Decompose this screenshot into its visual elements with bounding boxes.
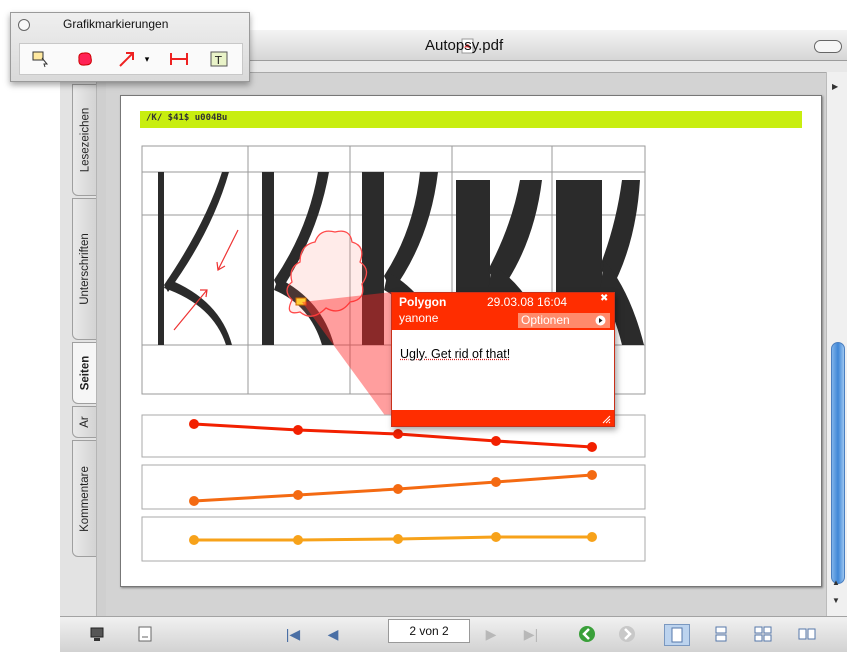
last-page-icon[interactable]: ▶| bbox=[520, 624, 542, 644]
rectangle-select-icon[interactable] bbox=[28, 47, 54, 71]
scroll-down-icon[interactable]: ▼ bbox=[832, 596, 840, 605]
next-page-icon[interactable]: ▶ bbox=[480, 624, 502, 644]
note-footer bbox=[392, 410, 614, 426]
two-page-continuous-icon[interactable] bbox=[752, 624, 774, 644]
continuous-view-icon[interactable] bbox=[710, 624, 732, 644]
previous-page-icon[interactable]: ◀ bbox=[322, 624, 344, 644]
options-button[interactable]: Optionen bbox=[518, 313, 610, 328]
note-type: Polygon bbox=[399, 295, 446, 309]
svg-text:T: T bbox=[214, 54, 222, 67]
single-page-view-icon[interactable] bbox=[664, 624, 690, 646]
textbox-icon[interactable]: T bbox=[206, 47, 232, 71]
scroll-thumb[interactable] bbox=[831, 342, 845, 584]
measure-icon[interactable] bbox=[166, 47, 192, 71]
palette-toolbar: ▾ T bbox=[19, 43, 243, 75]
sidebar-toggle-icon[interactable] bbox=[86, 624, 108, 644]
page-view-icon[interactable] bbox=[134, 624, 156, 644]
options-label: Optionen bbox=[521, 313, 570, 327]
resize-grip-icon[interactable] bbox=[601, 414, 611, 424]
palette-title: Grafikmarkierungen bbox=[63, 17, 168, 31]
note-author: yanone bbox=[399, 311, 438, 325]
dropdown-icon[interactable]: ▾ bbox=[140, 47, 154, 71]
arrow-icon[interactable] bbox=[114, 47, 140, 71]
page-number-field[interactable]: 2 von 2 bbox=[388, 619, 470, 643]
note-comment[interactable]: Ugly. Get rid of that! bbox=[400, 347, 510, 361]
note-date: 29.03.08 16:04 bbox=[487, 295, 567, 309]
polygon-icon[interactable] bbox=[72, 47, 98, 71]
first-page-icon[interactable]: |◀ bbox=[282, 624, 304, 644]
palette-close-button[interactable] bbox=[18, 19, 30, 31]
scroll-up-icon[interactable]: ▲ bbox=[832, 578, 840, 587]
note-callout bbox=[302, 292, 392, 425]
annotation-note[interactable]: Polygon 29.03.08 16:04 ✖ yanone Optionen… bbox=[391, 292, 615, 427]
forward-icon[interactable] bbox=[616, 624, 638, 644]
two-page-view-icon[interactable] bbox=[796, 624, 818, 644]
chart-height bbox=[142, 517, 645, 561]
close-icon[interactable]: ✖ bbox=[600, 294, 610, 304]
vertical-scrollbar[interactable]: ▶ ▲ ▼ bbox=[826, 72, 847, 617]
note-header: Polygon 29.03.08 16:04 ✖ yanone Optionen bbox=[392, 293, 614, 330]
scroll-right-icon[interactable]: ▶ bbox=[832, 82, 838, 91]
chevron-right-icon bbox=[595, 315, 606, 326]
graphics-markup-palette: Grafikmarkierungen ▾ T bbox=[10, 12, 250, 82]
arrow-annotations bbox=[174, 230, 238, 330]
chart-weight bbox=[142, 465, 645, 509]
back-icon[interactable] bbox=[576, 624, 598, 644]
